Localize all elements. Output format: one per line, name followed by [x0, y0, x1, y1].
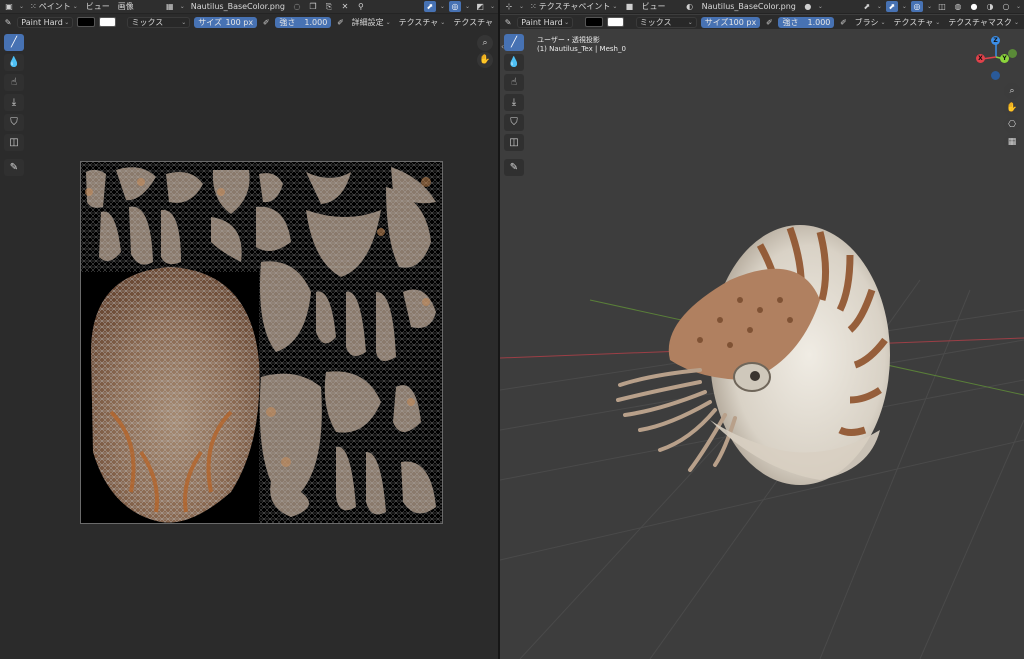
fill-tool-icon[interactable]: ⛉ [504, 114, 524, 131]
uv-texture-image [81, 162, 442, 523]
soften-tool-icon[interactable]: 💧 [504, 54, 524, 71]
new-image-icon[interactable]: ❐ [307, 1, 319, 12]
chevron-down-icon: ⌄ [464, 3, 470, 10]
primary-color-swatch[interactable] [77, 17, 95, 27]
annotate-tool-icon[interactable]: ✎ [504, 159, 524, 176]
draw-brush-tool-icon[interactable]: ╱ [4, 34, 24, 51]
texture-label-2: テクスチャ [453, 17, 494, 27]
object-info-text: (1) Nautilus_Tex | Mesh_0 [537, 45, 626, 53]
strength-value: 1.000 [304, 17, 328, 27]
menu-image[interactable]: 画像 [116, 1, 136, 13]
clone-tool-icon[interactable]: ⤓ [504, 94, 524, 111]
pin-icon[interactable]: ⚲ [355, 1, 367, 12]
uv-texture-canvas[interactable] [80, 161, 443, 524]
image-editor-header: ▣ ⌄ ⁙ ペイント ⌄ ビュー 画像 ▦ ⌄ Nautilus_BaseColor.p… [0, 0, 498, 14]
camera-view-icon[interactable]: ⎔ [1004, 117, 1020, 133]
secondary-color-swatch[interactable] [98, 17, 117, 27]
texture-menu-2[interactable]: テクスチャ [451, 16, 495, 28]
smear-tool-icon[interactable]: ☝ [4, 74, 24, 91]
image-editor: ▣ ⌄ ⁙ ペイント ⌄ ビュー 画像 ▦ ⌄ Nautilus_BaseColor.p… [0, 0, 498, 659]
pan-hand-icon[interactable]: ✋ [477, 52, 493, 68]
chevron-down-icon: ⌄ [439, 3, 445, 10]
perspective-grid-icon[interactable]: ▦ [1004, 134, 1020, 150]
chevron-down-icon: ⌄ [440, 18, 446, 26]
blend-mode-label: ミックス [131, 17, 164, 27]
menu-view[interactable]: ビュー [84, 1, 112, 13]
chevron-down-icon: ⌄ [72, 3, 78, 10]
smear-tool-icon[interactable]: ☝ [504, 74, 524, 91]
viewport-scene[interactable] [500, 0, 1024, 659]
brush-name: Paint Hard [21, 17, 63, 27]
uv-sculpt-icon[interactable]: ⬈ [423, 1, 436, 12]
chevron-down-icon: ⌄ [385, 18, 391, 26]
3d-viewport[interactable]: ⊹ ⌄ ⁙ テクスチャペイント ⌄ ■ ビュー ◐ Nautilus_BaseColo… [500, 0, 1024, 659]
image-toolbar: ╱ 💧 ☝ ⤓ ⛉ ◫ ✎ [4, 34, 24, 176]
chevron-down-icon: ⌄ [489, 3, 495, 10]
unlink-image-icon[interactable]: ✕ [339, 1, 351, 12]
image-browse-icon[interactable]: ▦ [164, 1, 176, 12]
zoom-icon[interactable]: ⌕ [1004, 83, 1020, 99]
mask-tool-icon[interactable]: ◫ [504, 134, 524, 151]
image-name-field[interactable]: Nautilus_BaseColor.png [189, 1, 287, 13]
gizmo-z-icon[interactable]: Z [991, 36, 1000, 45]
strength-label: 強さ [279, 17, 296, 27]
chevron-down-icon: ⌄ [181, 18, 187, 26]
advanced-menu[interactable]: 詳細設定 ⌄ [350, 16, 393, 28]
chevron-down-icon: ⌄ [19, 3, 25, 10]
viewport-toolbar: ╱ 💧 ☝ ⤓ ⛉ ◫ ✎ [504, 34, 524, 176]
overlay-icon[interactable]: ◎ [448, 1, 461, 12]
chevron-down-icon: ⌄ [64, 18, 70, 26]
brush-selector[interactable]: Paint Hard ⌄ [17, 16, 74, 28]
annotate-tool-icon[interactable]: ✎ [4, 159, 24, 176]
image-tool-header: ✎ Paint Hard ⌄ ミックス ⌄ サイズ 100 px ✐ 強さ 1.000 … [0, 15, 498, 29]
pressure-icon[interactable]: ✐ [335, 17, 345, 28]
advanced-label: 詳細設定 [351, 17, 384, 27]
pressure-icon[interactable]: ✐ [261, 17, 271, 28]
editor-type-icon[interactable]: ▣ [3, 1, 15, 12]
texture-menu[interactable]: テクスチャ ⌄ [397, 16, 448, 28]
view-name-text: ユーザー・透視投影 [537, 36, 600, 44]
nautilus-model [616, 225, 890, 485]
blend-mode-dropdown[interactable]: ミックス ⌄ [127, 16, 191, 28]
soften-tool-icon[interactable]: 💧 [4, 54, 24, 71]
radius-value: 100 px [225, 17, 254, 27]
fill-tool-icon[interactable]: ⛉ [4, 114, 24, 131]
radius-label: サイズ [198, 17, 223, 27]
display-channels-icon[interactable]: ◩ [474, 1, 486, 12]
chevron-down-icon: ⌄ [179, 3, 185, 10]
navigation-gizmo[interactable]: Z X Y [976, 35, 1020, 81]
mode-dropdown[interactable]: ⁙ ペイント ⌄ [28, 1, 80, 13]
paint-mode-icon: ⁙ [30, 2, 37, 11]
mask-tool-icon[interactable]: ◫ [4, 134, 24, 151]
pan-hand-icon[interactable]: ✋ [1004, 100, 1020, 116]
zoom-icon[interactable]: ⌕ [477, 35, 493, 51]
strength-field[interactable]: 強さ 1.000 [275, 16, 332, 28]
mode-label: ペイント [38, 2, 71, 11]
draw-brush-tool-icon[interactable]: ╱ [504, 34, 524, 51]
gizmo-x-icon[interactable]: X [976, 54, 985, 63]
texture-label: テクスチャ [398, 17, 439, 27]
gizmo-neg-z-icon[interactable] [991, 71, 1000, 80]
gizmo-neg-y-icon[interactable] [1008, 49, 1017, 58]
sidebar-toggle-icon[interactable]: ‹ [501, 42, 504, 51]
open-image-icon[interactable]: ⎘ [323, 1, 335, 12]
brush-icon: ✎ [4, 17, 12, 27]
clone-tool-icon[interactable]: ⤓ [4, 94, 24, 111]
fake-user-shield-icon[interactable]: ◌ [291, 1, 303, 12]
radius-field[interactable]: サイズ 100 px [194, 16, 258, 28]
